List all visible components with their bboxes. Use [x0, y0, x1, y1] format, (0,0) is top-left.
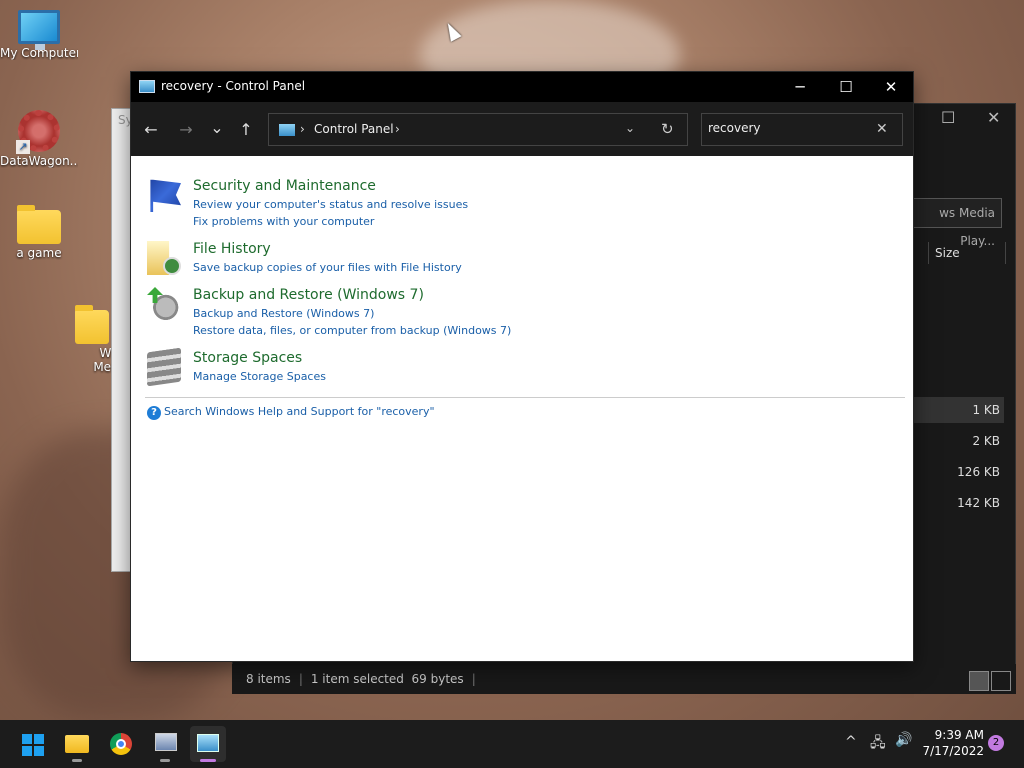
recent-locations-button[interactable]: ⌄	[205, 116, 229, 140]
title-bar[interactable]: recovery - Control Panel ─ ☐ ✕	[131, 72, 913, 102]
result-link[interactable]: Restore data, files, or computer from ba…	[193, 324, 511, 337]
clock-time: 9:39 AM	[934, 728, 984, 742]
divider	[145, 397, 905, 398]
close-button[interactable]: ✕	[868, 72, 914, 102]
result-title[interactable]: File History	[193, 241, 271, 257]
notification-badge[interactable]: 2	[988, 735, 1004, 751]
clock-date: 7/17/2022	[922, 744, 984, 758]
close-icon[interactable]: ✕	[987, 108, 1000, 127]
selection-size: 69 bytes	[411, 672, 464, 686]
system-icon	[155, 733, 177, 751]
network-icon[interactable]: 🖧	[870, 732, 886, 756]
result-backup-restore: Backup and Restore (Windows 7) Backup an…	[147, 287, 511, 337]
result-title[interactable]: Storage Spaces	[193, 350, 302, 366]
taskbar-control-panel[interactable]	[190, 726, 226, 762]
forward-button[interactable]: →	[174, 118, 198, 142]
desktop-icon-label: a game	[16, 246, 62, 260]
large-icons-view-button[interactable]	[991, 671, 1011, 691]
search-input[interactable]	[708, 121, 868, 135]
file-size: 2 KB	[972, 434, 1000, 448]
chevron-up-icon[interactable]: ^	[845, 734, 857, 750]
result-title[interactable]: Security and Maintenance	[193, 178, 376, 194]
address-dropdown-button[interactable]: ⌄	[625, 121, 635, 135]
file-size: 142 KB	[957, 496, 1000, 510]
desktop-icon-a-game[interactable]: a game	[0, 205, 78, 260]
control-panel-icon	[197, 734, 219, 752]
refresh-button[interactable]: ↻	[661, 120, 674, 138]
window-title: recovery - Control Panel	[161, 79, 306, 93]
taskbar-file-explorer[interactable]	[59, 726, 95, 762]
maximize-button[interactable]: ☐	[823, 72, 869, 102]
chevron-right-icon[interactable]: ›	[395, 122, 400, 136]
search-box[interactable]: ✕	[701, 113, 903, 146]
maximize-icon[interactable]: ☐	[941, 108, 955, 127]
taskbar-system[interactable]	[147, 726, 183, 762]
folder-icon	[17, 205, 61, 244]
minimize-button[interactable]: ─	[777, 72, 823, 102]
selection-count: 1 item selected	[310, 672, 404, 686]
background-system-window[interactable]: Sy	[111, 108, 133, 572]
desktop-icon-datawagon[interactable]: ↗ DataWagon...	[0, 110, 78, 168]
breadcrumb-control-panel[interactable]: Control Panel	[314, 122, 394, 136]
monitor-icon	[18, 10, 60, 50]
taskbar-chrome[interactable]	[103, 726, 139, 762]
clear-search-button[interactable]: ✕	[876, 121, 888, 137]
item-count: 8 items	[246, 672, 291, 686]
status-bar: 8 items | 1 item selected 69 bytes |	[232, 664, 1016, 694]
gear-shortcut-icon: ↗	[16, 110, 60, 154]
help-link-text[interactable]: Search Windows Help and Support for "rec…	[164, 405, 435, 418]
help-search-link[interactable]: ? Search Windows Help and Support for "re…	[147, 405, 435, 420]
result-title[interactable]: Backup and Restore (Windows 7)	[193, 287, 424, 303]
file-size: 1 KB	[914, 397, 1004, 423]
result-link[interactable]: Review your computer's status and resolv…	[193, 198, 468, 211]
chevron-right-icon[interactable]: ›	[300, 122, 305, 136]
file-history-icon	[147, 241, 181, 275]
volume-icon[interactable]: 🔊	[895, 732, 912, 748]
up-button[interactable]: ↑	[234, 118, 258, 142]
control-panel-window[interactable]: recovery - Control Panel ─ ☐ ✕ ← → ⌄ ↑ ›…	[130, 71, 914, 662]
size-column-header[interactable]: Size	[928, 242, 1006, 264]
control-panel-icon	[139, 80, 155, 93]
address-bar[interactable]: › Control Panel › ⌄ ↻	[268, 113, 688, 146]
backup-icon	[147, 287, 181, 321]
details-view-button[interactable]	[969, 671, 989, 691]
storage-icon	[147, 347, 181, 387]
desktop-icon-label: DataWagon...	[0, 154, 78, 168]
background-tab[interactable]: ws Media Play...	[904, 198, 1002, 248]
start-button[interactable]	[14, 726, 50, 762]
navigation-bar: ← → ⌄ ↑ › Control Panel › ⌄ ↻ ✕	[131, 102, 913, 156]
folder-icon	[75, 305, 109, 344]
clock[interactable]: 9:39 AM 7/17/2022	[914, 727, 984, 759]
result-link[interactable]: Backup and Restore (Windows 7)	[193, 307, 374, 320]
control-panel-icon	[279, 124, 295, 136]
search-results: Security and Maintenance Review your com…	[131, 156, 913, 661]
start-icon	[22, 734, 44, 756]
back-button[interactable]: ←	[139, 118, 163, 142]
flag-icon	[150, 179, 181, 212]
result-link[interactable]: Fix problems with your computer	[193, 215, 374, 228]
taskbar: ^ 🖧 🔊 9:39 AM 7/17/2022 2	[0, 720, 1024, 768]
file-explorer-icon	[65, 735, 89, 753]
file-size: 126 KB	[957, 465, 1000, 479]
result-link[interactable]: Save backup copies of your files with Fi…	[193, 261, 462, 274]
chrome-icon	[110, 733, 132, 755]
result-link[interactable]: Manage Storage Spaces	[193, 370, 326, 383]
help-icon: ?	[147, 406, 161, 420]
desktop-icon-my-computer[interactable]: My Computer	[0, 10, 78, 60]
shortcut-arrow-icon: ↗	[16, 140, 30, 154]
